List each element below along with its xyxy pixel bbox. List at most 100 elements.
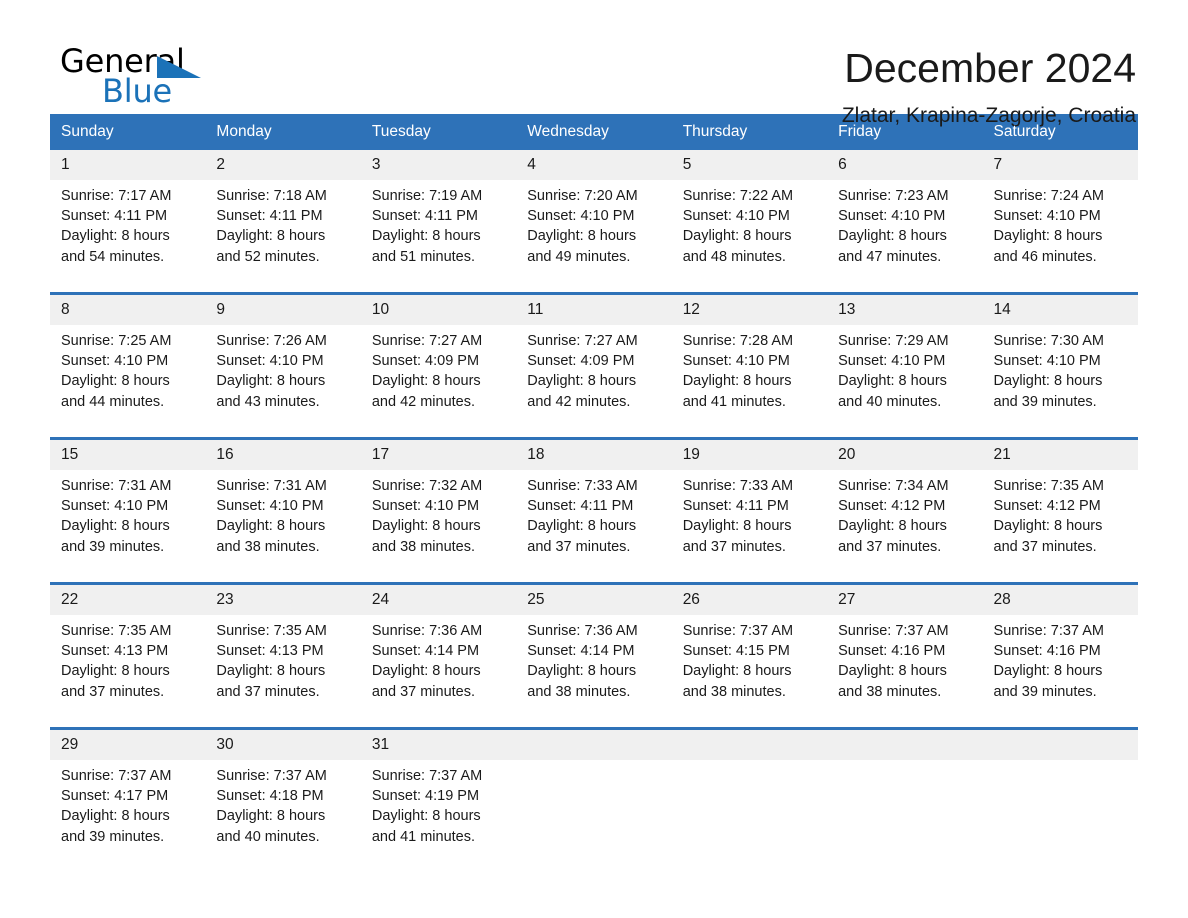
day-cell-empty bbox=[516, 760, 672, 872]
sunrise-time: Sunrise: 7:37 AM bbox=[216, 768, 327, 784]
day-cell[interactable]: Sunrise: 7:31 AM Sunset: 4:10 PM Daylight:… bbox=[205, 470, 361, 584]
day-cell[interactable]: Sunrise: 7:22 AM Sunset: 4:10 PM Daylight:… bbox=[671, 180, 828, 294]
day-cell[interactable]: Sunrise: 7:30 AM Sunset: 4:10 PM Daylight:… bbox=[982, 325, 1138, 439]
day-cell[interactable]: Sunrise: 7:28 AM Sunset: 4:10 PM Daylight:… bbox=[671, 325, 828, 439]
sunrise-time: Sunrise: 7:33 AM bbox=[527, 478, 638, 494]
day-cell[interactable]: Sunrise: 7:25 AM Sunset: 4:10 PM Daylight:… bbox=[50, 325, 206, 439]
daylight-duration-line2: and 39 minutes. bbox=[993, 683, 1097, 700]
sunset-time: Sunset: 4:10 PM bbox=[682, 208, 790, 225]
sunset-time: Sunset: 4:18 PM bbox=[216, 788, 324, 805]
day-number[interactable]: 27 bbox=[827, 582, 983, 615]
day-number[interactable]: 28 bbox=[982, 582, 1138, 615]
day-number[interactable]: 11 bbox=[516, 292, 672, 325]
calendar-body: 1 2 3 4 5 6 7 Sunrise: 7:17 AM Sunset: 4:11 PM Da… bbox=[50, 150, 1138, 872]
daylight-duration-line1: Daylight: 8 hours bbox=[682, 373, 792, 390]
day-number[interactable]: 5 bbox=[671, 150, 828, 180]
day-number[interactable]: 12 bbox=[671, 292, 828, 325]
general-blue-logo[interactable]: General Blue bbox=[60, 44, 210, 110]
day-number[interactable]: 25 bbox=[516, 582, 672, 615]
daylight-duration-line2: and 39 minutes. bbox=[61, 828, 165, 845]
day-number[interactable]: 16 bbox=[205, 437, 361, 470]
day-cell[interactable]: Sunrise: 7:37 AM Sunset: 4:16 PM Daylight:… bbox=[827, 615, 983, 729]
day-number[interactable]: 31 bbox=[360, 727, 517, 760]
day-cell[interactable]: Sunrise: 7:37 AM Sunset: 4:18 PM Daylight:… bbox=[205, 760, 361, 872]
day-cell[interactable]: Sunrise: 7:37 AM Sunset: 4:17 PM Daylight:… bbox=[50, 760, 206, 872]
day-number[interactable]: 7 bbox=[982, 150, 1138, 180]
daylight-duration-line2: and 38 minutes. bbox=[216, 538, 320, 555]
daylight-duration-line2: and 43 minutes. bbox=[216, 393, 320, 410]
daylight-duration-line1: Daylight: 8 hours bbox=[993, 663, 1103, 680]
day-number[interactable]: 13 bbox=[827, 292, 983, 325]
day-cell[interactable]: Sunrise: 7:32 AM Sunset: 4:10 PM Daylight:… bbox=[360, 470, 517, 584]
day-number[interactable]: 21 bbox=[982, 437, 1138, 470]
day-cell[interactable]: Sunrise: 7:23 AM Sunset: 4:10 PM Daylight:… bbox=[827, 180, 983, 294]
day-cell[interactable]: Sunrise: 7:18 AM Sunset: 4:11 PM Daylight:… bbox=[205, 180, 361, 294]
day-cell[interactable]: Sunrise: 7:37 AM Sunset: 4:16 PM Daylight:… bbox=[982, 615, 1138, 729]
daylight-duration-line2: and 49 minutes. bbox=[527, 248, 631, 265]
sunset-time: Sunset: 4:13 PM bbox=[61, 643, 169, 660]
sunset-time: Sunset: 4:10 PM bbox=[838, 353, 946, 370]
day-cell[interactable]: Sunrise: 7:24 AM Sunset: 4:10 PM Daylight:… bbox=[982, 180, 1138, 294]
daylight-duration-line2: and 40 minutes. bbox=[216, 828, 320, 845]
sunrise-time: Sunrise: 7:35 AM bbox=[993, 478, 1104, 494]
day-number[interactable]: 15 bbox=[50, 437, 206, 470]
day-number[interactable]: 6 bbox=[827, 150, 983, 180]
sunset-time: Sunset: 4:16 PM bbox=[993, 643, 1101, 660]
day-number[interactable]: 1 bbox=[50, 150, 206, 180]
day-number[interactable]: 26 bbox=[671, 582, 828, 615]
day-number[interactable]: 29 bbox=[50, 727, 206, 760]
day-cell[interactable]: Sunrise: 7:35 AM Sunset: 4:12 PM Daylight:… bbox=[982, 470, 1138, 584]
weekday-header-tuesday: Tuesday bbox=[360, 114, 517, 150]
sunrise-time: Sunrise: 7:20 AM bbox=[527, 188, 638, 204]
sunrise-time: Sunrise: 7:25 AM bbox=[61, 333, 172, 349]
day-cell[interactable]: Sunrise: 7:29 AM Sunset: 4:10 PM Daylight:… bbox=[827, 325, 983, 439]
day-cell[interactable]: Sunrise: 7:36 AM Sunset: 4:14 PM Daylight:… bbox=[360, 615, 517, 729]
week-detail-row: Sunrise: 7:25 AM Sunset: 4:10 PM Daylight:… bbox=[50, 325, 1138, 439]
day-cell[interactable]: Sunrise: 7:31 AM Sunset: 4:10 PM Daylight:… bbox=[50, 470, 206, 584]
daylight-duration-line1: Daylight: 8 hours bbox=[216, 663, 326, 680]
sunrise-time: Sunrise: 7:19 AM bbox=[371, 188, 483, 204]
day-number[interactable]: 17 bbox=[360, 437, 517, 470]
day-cell[interactable]: Sunrise: 7:26 AM Sunset: 4:10 PM Daylight:… bbox=[205, 325, 361, 439]
day-cell[interactable]: Sunrise: 7:34 AM Sunset: 4:12 PM Daylight:… bbox=[827, 470, 983, 584]
daylight-duration-line2: and 38 minutes. bbox=[371, 538, 476, 555]
sunrise-time: Sunrise: 7:31 AM bbox=[61, 478, 172, 494]
day-number[interactable]: 10 bbox=[360, 292, 517, 325]
daylight-duration-line1: Daylight: 8 hours bbox=[61, 808, 170, 825]
day-number[interactable]: 14 bbox=[982, 292, 1138, 325]
daylight-duration-line2: and 38 minutes. bbox=[682, 683, 786, 700]
day-cell[interactable]: Sunrise: 7:35 AM Sunset: 4:13 PM Daylight:… bbox=[50, 615, 206, 729]
day-cell[interactable]: Sunrise: 7:33 AM Sunset: 4:11 PM Daylight:… bbox=[671, 470, 828, 584]
daylight-duration-line2: and 46 minutes. bbox=[993, 248, 1097, 265]
day-number[interactable]: 19 bbox=[671, 437, 828, 470]
day-number[interactable]: 24 bbox=[360, 582, 517, 615]
day-number[interactable]: 3 bbox=[360, 150, 517, 180]
day-cell[interactable]: Sunrise: 7:37 AM Sunset: 4:19 PM Daylight:… bbox=[360, 760, 517, 872]
daylight-duration-line2: and 51 minutes. bbox=[371, 248, 476, 265]
day-number[interactable]: 9 bbox=[205, 292, 361, 325]
day-cell[interactable]: Sunrise: 7:36 AM Sunset: 4:14 PM Daylight:… bbox=[516, 615, 672, 729]
day-number[interactable]: 2 bbox=[205, 150, 361, 180]
day-number[interactable]: 20 bbox=[827, 437, 983, 470]
day-cell[interactable]: Sunrise: 7:37 AM Sunset: 4:15 PM Daylight:… bbox=[671, 615, 828, 729]
day-cell[interactable]: Sunrise: 7:35 AM Sunset: 4:13 PM Daylight:… bbox=[205, 615, 361, 729]
daylight-duration-line1: Daylight: 8 hours bbox=[61, 663, 170, 680]
day-cell[interactable]: Sunrise: 7:19 AM Sunset: 4:11 PM Daylight:… bbox=[360, 180, 517, 294]
day-cell[interactable]: Sunrise: 7:20 AM Sunset: 4:10 PM Daylight:… bbox=[516, 180, 672, 294]
sunset-time: Sunset: 4:09 PM bbox=[371, 353, 480, 370]
day-number[interactable]: 8 bbox=[50, 292, 206, 325]
day-cell[interactable]: Sunrise: 7:17 AM Sunset: 4:11 PM Daylight:… bbox=[50, 180, 206, 294]
day-cell[interactable]: Sunrise: 7:33 AM Sunset: 4:11 PM Daylight:… bbox=[516, 470, 672, 584]
day-number[interactable]: 18 bbox=[516, 437, 672, 470]
day-number[interactable]: 4 bbox=[516, 150, 672, 180]
day-number[interactable]: 23 bbox=[205, 582, 361, 615]
sunrise-time: Sunrise: 7:31 AM bbox=[216, 478, 327, 494]
day-cell[interactable]: Sunrise: 7:27 AM Sunset: 4:09 PM Daylight:… bbox=[516, 325, 672, 439]
sunrise-time: Sunrise: 7:37 AM bbox=[61, 768, 172, 784]
daylight-duration-line1: Daylight: 8 hours bbox=[527, 518, 637, 535]
day-number[interactable]: 22 bbox=[50, 582, 206, 615]
day-cell[interactable]: Sunrise: 7:27 AM Sunset: 4:09 PM Daylight:… bbox=[360, 325, 517, 439]
sunrise-time: Sunrise: 7:37 AM bbox=[371, 768, 483, 784]
sunrise-time: Sunrise: 7:36 AM bbox=[371, 623, 483, 639]
day-number[interactable]: 30 bbox=[205, 727, 361, 760]
